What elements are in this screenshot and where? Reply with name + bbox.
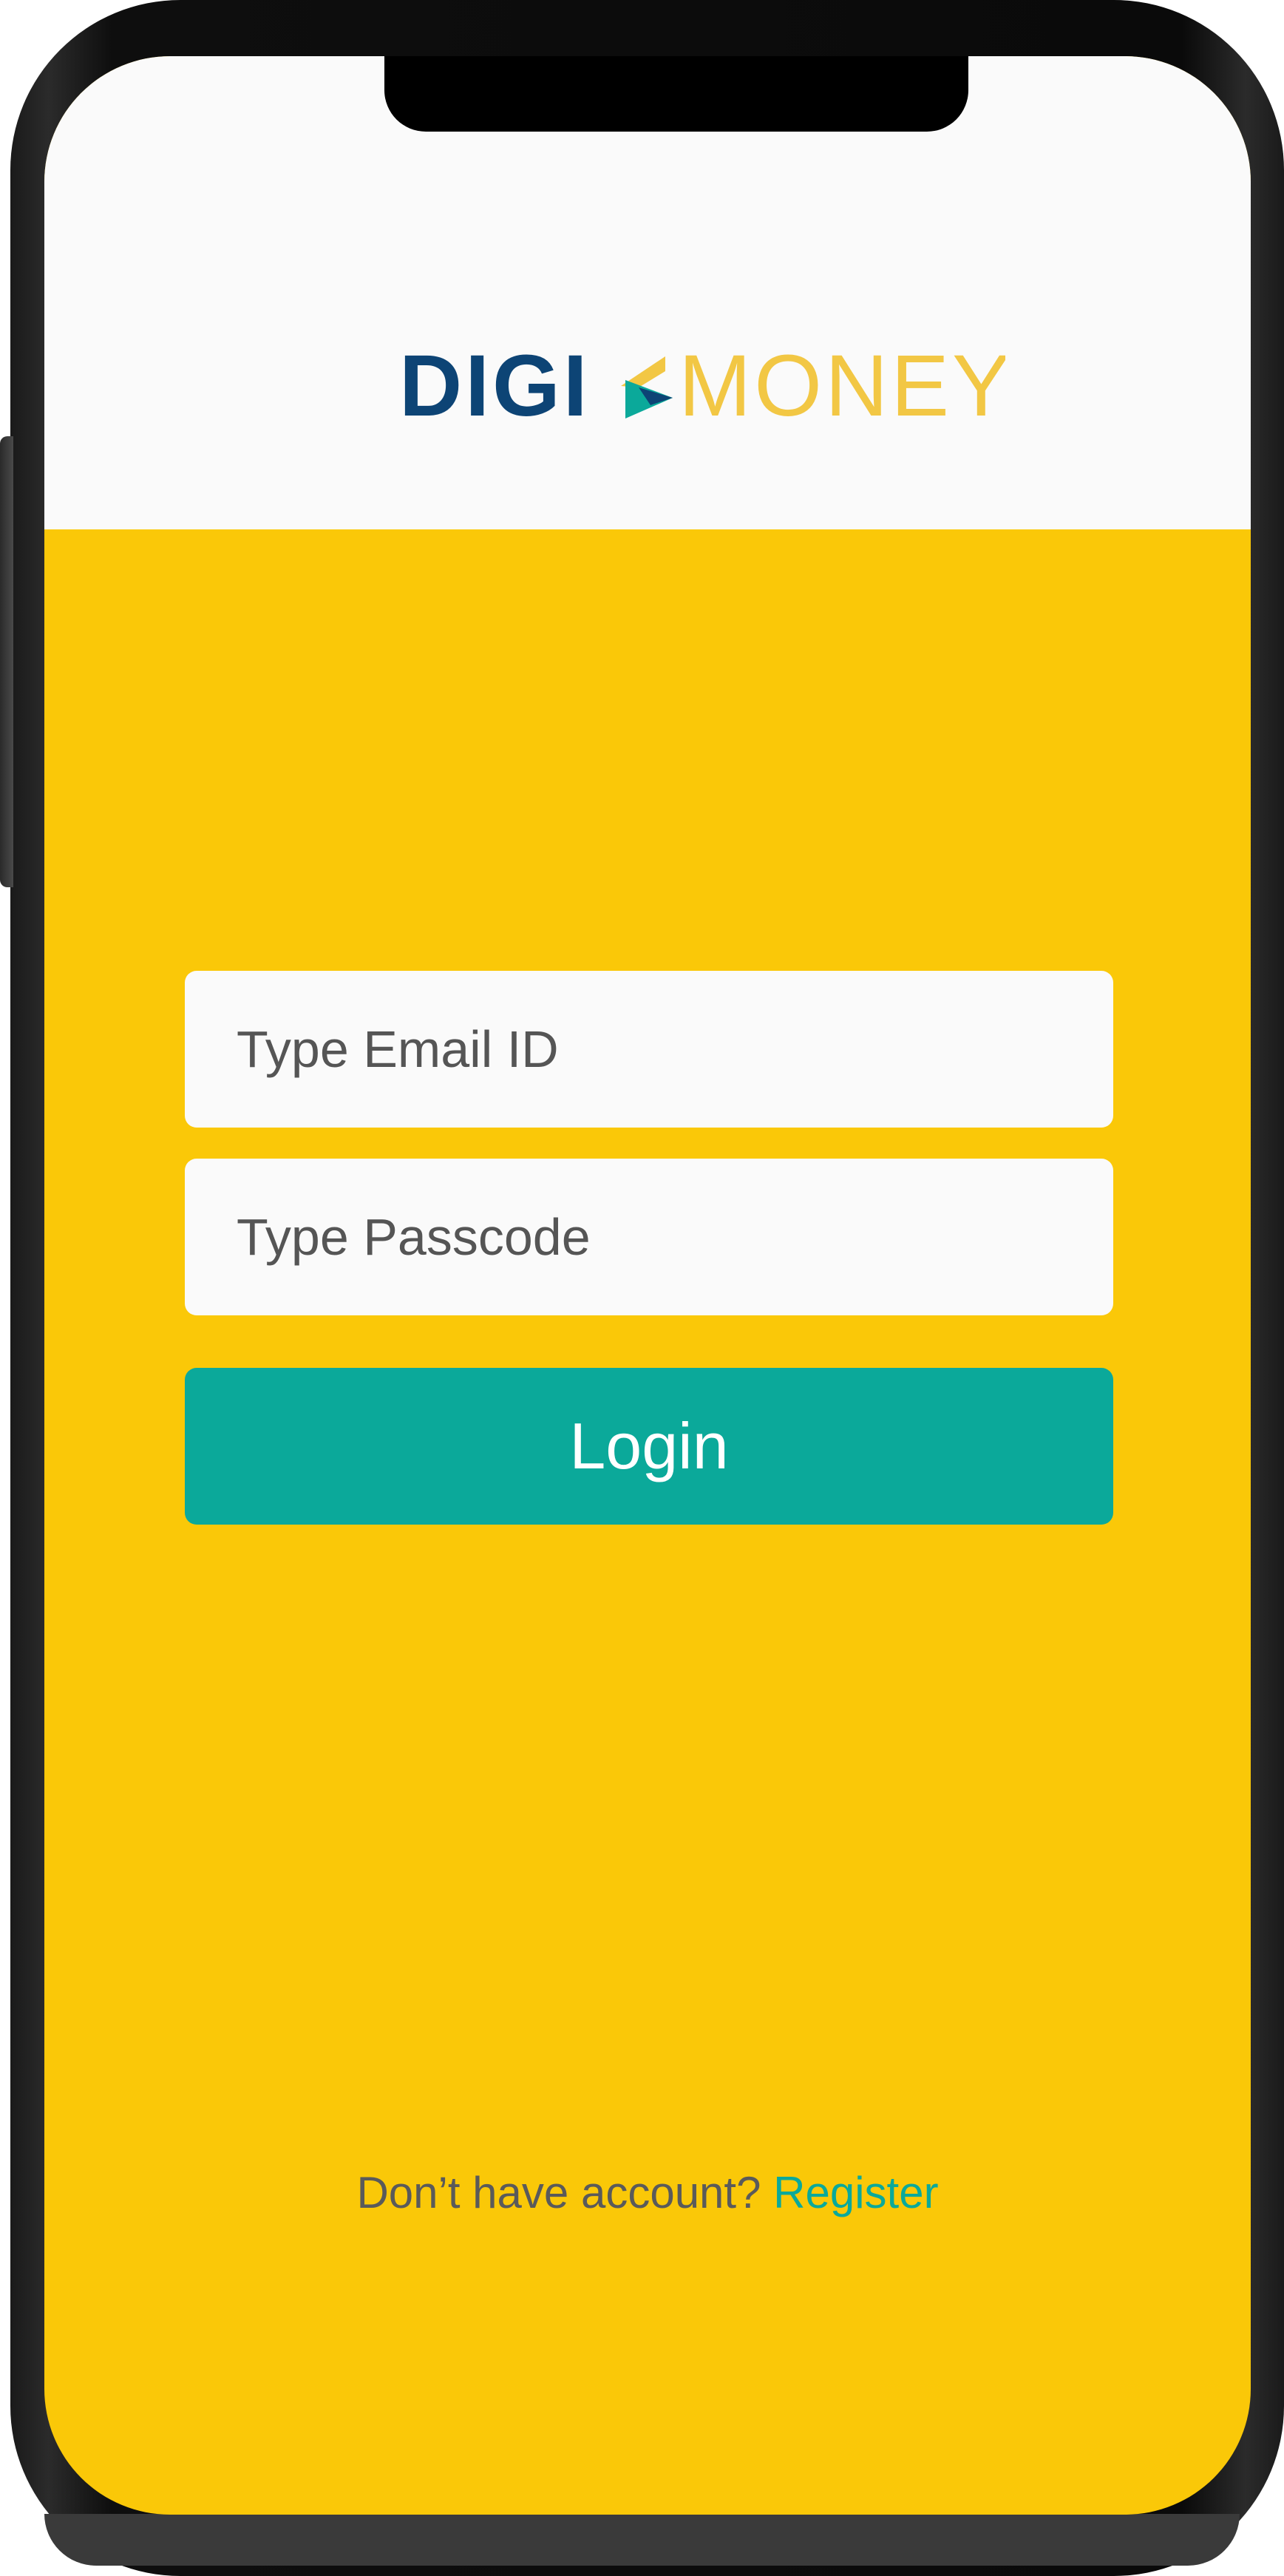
phone-screen: DIGI MONEY Login Don’t have account? Reg… [44, 56, 1251, 2515]
logo-arrow-icon [621, 356, 673, 418]
digimoney-logo: DIGI MONEY [399, 348, 1005, 421]
phone-notch [384, 56, 968, 132]
phone-bottom-edge [44, 2514, 1240, 2566]
logo-text-money: MONEY [679, 348, 1005, 421]
passcode-input[interactable] [185, 1159, 1113, 1315]
email-input[interactable] [185, 971, 1113, 1128]
register-prompt: Don’t have account? Register [44, 2167, 1251, 2218]
phone-side-button [0, 436, 13, 887]
register-link[interactable]: Register [773, 2168, 938, 2217]
login-button-label: Login [569, 1409, 729, 1482]
logo-text-digi: DIGI [399, 348, 591, 421]
login-button[interactable]: Login [185, 1368, 1113, 1525]
register-prompt-text: Don’t have account? [356, 2168, 774, 2217]
